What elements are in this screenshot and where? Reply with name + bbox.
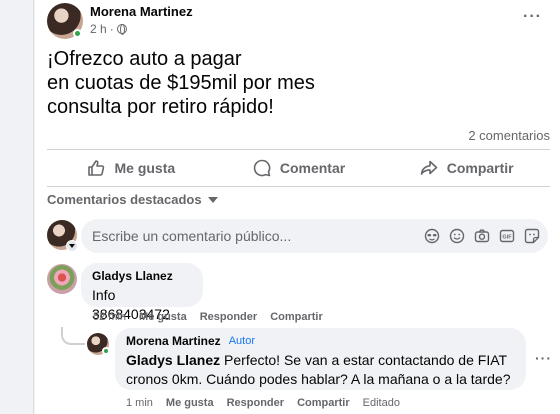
avatar-sticker-icon[interactable] (424, 228, 440, 244)
post-text: ¡Ofrezco auto a pagar en cuotas de $195m… (47, 48, 315, 118)
svg-text:GIF: GIF (502, 234, 512, 240)
post-author-name[interactable]: Morena Martinez (90, 4, 193, 19)
reply-like-link[interactable]: Me gusta (166, 397, 214, 409)
like-button[interactable]: Me gusta (47, 152, 215, 184)
comment-button[interactable]: Comentar (215, 152, 383, 184)
comment-time[interactable]: 52 min (93, 311, 126, 323)
reply-time[interactable]: 1 min (126, 397, 153, 409)
gif-icon[interactable]: GIF (499, 228, 515, 244)
post-actions-bar: Me gusta Comentar Compartir (47, 152, 550, 184)
comment-meta: 52 min Me gusta Responder Compartir (93, 311, 323, 323)
globe-icon (116, 24, 127, 35)
comment-label: Comentar (279, 160, 346, 176)
reply-more-options-icon[interactable]: ··· (535, 350, 552, 366)
comment-share-link[interactable]: Compartir (270, 311, 323, 323)
post-timestamp[interactable]: 2 h · (90, 22, 127, 36)
reply-mention[interactable]: Gladys Llanez (126, 352, 220, 368)
post-more-options-icon[interactable]: ··· (523, 8, 542, 26)
reply-share-link[interactable]: Compartir (297, 397, 350, 409)
comments-filter-label: Comentarios destacados (47, 192, 202, 207)
comment-author[interactable]: Gladys Llanez (92, 269, 192, 283)
comment-input[interactable] (81, 219, 401, 253)
comment-reply-link[interactable]: Responder (200, 311, 257, 323)
like-thumb-icon (88, 160, 105, 176)
share-button[interactable]: Compartir (382, 152, 550, 184)
online-status-dot (73, 29, 82, 38)
composer-avatar-chevron-icon[interactable] (66, 240, 78, 252)
commenter-avatar[interactable] (47, 264, 77, 294)
caret-down-icon (207, 196, 218, 203)
divider-top (47, 149, 550, 150)
left-rail (0, 0, 34, 414)
author-badge: Autor (228, 335, 255, 347)
reply-author[interactable]: Morena Martinez (126, 334, 221, 348)
comments-filter-dropdown[interactable]: Comentarios destacados (47, 192, 218, 207)
comment-like-link[interactable]: Me gusta (139, 311, 187, 323)
camera-icon[interactable] (474, 228, 490, 244)
reply-edited-label: Editado (362, 397, 400, 409)
comment-bubble: Gladys Llanez Info 3868403472 (81, 263, 203, 322)
composer-icons: GIF (424, 219, 540, 253)
share-label: Compartir (446, 160, 514, 176)
share-arrow-icon (420, 160, 438, 175)
emoji-icon[interactable] (449, 228, 465, 244)
reply-thread-line (61, 327, 85, 345)
comment-bubble-icon (253, 159, 271, 177)
reply-author-row: Morena Martinez Autor (126, 334, 515, 348)
reply-bubble: Morena Martinez Autor Gladys Llanez Perf… (115, 328, 526, 390)
reply-reply-link[interactable]: Responder (227, 397, 284, 409)
like-label: Me gusta (114, 160, 176, 176)
divider-bottom (47, 186, 550, 187)
reply-online-status-dot (102, 347, 110, 355)
separator-dot: · (109, 22, 114, 36)
reply-text: Gladys Llanez Perfecto! Se van a estar c… (126, 351, 515, 389)
comment-count-link[interactable]: 2 comentarios (468, 128, 550, 143)
reply-meta: 1 min Me gusta Responder Compartir Edita… (126, 397, 400, 409)
sticker-icon[interactable] (524, 228, 540, 244)
post-card: Morena Martinez 2 h · ··· ¡Ofrezco auto … (35, 0, 560, 414)
comment-composer: GIF (81, 219, 548, 253)
post-time-text: 2 h (90, 22, 107, 36)
